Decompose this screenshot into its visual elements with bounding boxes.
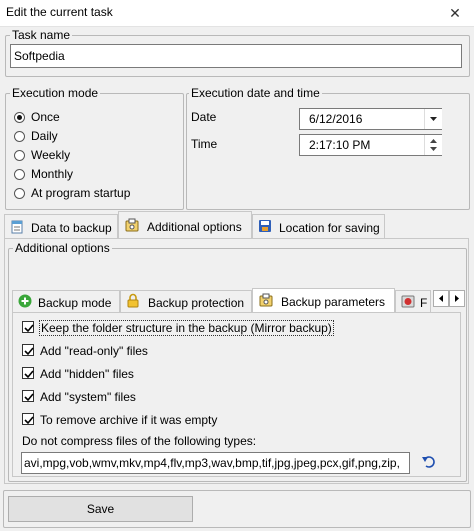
compress-types-label: Do not compress files of the following t… bbox=[22, 434, 257, 448]
undo-icon[interactable] bbox=[421, 454, 437, 470]
checkbox-system-label: Add "system" files bbox=[40, 390, 136, 404]
subtab-backup-parameters-label: Backup parameters bbox=[281, 295, 386, 309]
compress-types-input[interactable]: avi,mpg,vob,wmv,mkv,mp4,flv,mp3,wav,bmp,… bbox=[21, 452, 410, 474]
checkbox-hidden[interactable]: Add "hidden" files bbox=[21, 366, 221, 382]
radio-program-startup[interactable]: At program startup bbox=[14, 186, 174, 202]
subtab-truncated-label: F bbox=[420, 296, 428, 310]
subtab-backup-mode[interactable]: Backup mode bbox=[12, 290, 120, 312]
radio-program-startup-button[interactable] bbox=[14, 188, 25, 199]
execution-mode-label: Execution mode bbox=[10, 86, 101, 100]
subtab-scroll-left[interactable] bbox=[433, 290, 449, 307]
execution-datetime-label: Execution date and time bbox=[189, 86, 322, 100]
radio-once-label: Once bbox=[31, 110, 60, 124]
document-icon bbox=[11, 220, 23, 234]
tab-additional-options-label: Additional options bbox=[147, 220, 242, 234]
checkbox-read-only[interactable]: Add "read-only" files bbox=[21, 343, 221, 359]
time-spinner[interactable] bbox=[424, 135, 442, 155]
compress-types-value: avi,mpg,vob,wmv,mkv,mp4,flv,mp3,wav,bmp,… bbox=[24, 456, 400, 470]
chevron-down-icon[interactable] bbox=[424, 109, 442, 129]
tab-data-to-backup[interactable]: Data to backup bbox=[4, 214, 118, 238]
radio-weekly[interactable]: Weekly bbox=[14, 148, 164, 164]
radio-daily-button[interactable] bbox=[14, 131, 25, 142]
lock-icon bbox=[127, 293, 139, 308]
checkbox-mirror-backup-label: Keep the folder structure in the backup … bbox=[39, 320, 334, 336]
date-value: 6/12/2016 bbox=[309, 112, 363, 126]
subtab-backup-protection[interactable]: Backup protection bbox=[120, 290, 252, 312]
date-picker[interactable]: 6/12/2016 bbox=[299, 108, 442, 130]
checkbox-mirror-backup[interactable]: Keep the folder structure in the backup … bbox=[21, 320, 341, 336]
checkbox-mirror-backup-box[interactable] bbox=[22, 321, 34, 333]
options-icon bbox=[125, 218, 139, 232]
red-icon bbox=[401, 294, 415, 308]
time-value: 2:17:10 PM bbox=[309, 138, 371, 152]
subtab-backup-protection-label: Backup protection bbox=[148, 296, 245, 310]
radio-monthly-label: Monthly bbox=[31, 167, 74, 181]
checkbox-read-only-box[interactable] bbox=[22, 344, 34, 356]
window-title: Edit the current task bbox=[6, 5, 113, 19]
additional-options-label: Additional options bbox=[13, 241, 112, 255]
checkbox-hidden-box[interactable] bbox=[22, 367, 34, 379]
close-icon[interactable]: ✕ bbox=[436, 0, 474, 26]
time-label: Time bbox=[191, 137, 218, 151]
subtab-scroll-right[interactable] bbox=[449, 290, 465, 307]
date-label: Date bbox=[191, 110, 217, 124]
subtab-backup-parameters[interactable]: Backup parameters bbox=[252, 288, 395, 313]
chevron-left-icon bbox=[439, 295, 443, 302]
time-picker[interactable]: 2:17:10 PM bbox=[299, 134, 442, 156]
subtab-truncated[interactable]: F bbox=[395, 290, 431, 312]
task-name-value: Softpedia bbox=[14, 49, 65, 63]
radio-weekly-label: Weekly bbox=[31, 148, 71, 162]
tab-additional-options[interactable]: Additional options bbox=[118, 211, 252, 239]
chevron-right-icon bbox=[455, 295, 459, 302]
parameters-icon bbox=[259, 293, 273, 307]
radio-monthly-button[interactable] bbox=[14, 169, 25, 180]
radio-daily-label: Daily bbox=[31, 129, 58, 143]
radio-daily[interactable]: Daily bbox=[14, 129, 164, 145]
green-plus-icon bbox=[18, 294, 32, 308]
save-button[interactable]: Save bbox=[8, 496, 193, 522]
checkbox-remove-empty-archive[interactable]: To remove archive if it was empty bbox=[21, 412, 261, 428]
checkbox-hidden-label: Add "hidden" files bbox=[40, 367, 134, 381]
tab-location-for-saving[interactable]: Location for saving bbox=[252, 214, 385, 238]
radio-program-startup-label: At program startup bbox=[31, 186, 131, 200]
tab-data-to-backup-label: Data to backup bbox=[31, 221, 112, 235]
task-name-input[interactable]: Softpedia bbox=[10, 44, 462, 68]
save-button-label: Save bbox=[86, 502, 115, 516]
radio-weekly-button[interactable] bbox=[14, 150, 25, 161]
checkbox-system-box[interactable] bbox=[22, 390, 34, 402]
disk-icon bbox=[258, 219, 272, 233]
subtab-backup-mode-label: Backup mode bbox=[38, 296, 112, 310]
radio-once-button[interactable] bbox=[14, 112, 25, 123]
title-bar: Edit the current task ✕ bbox=[0, 0, 474, 27]
checkbox-system[interactable]: Add "system" files bbox=[21, 389, 221, 405]
task-name-label: Task name bbox=[10, 28, 73, 42]
radio-once[interactable]: Once bbox=[14, 110, 164, 126]
checkbox-remove-empty-archive-box[interactable] bbox=[22, 413, 34, 425]
tab-location-for-saving-label: Location for saving bbox=[279, 221, 380, 235]
checkbox-read-only-label: Add "read-only" files bbox=[40, 344, 148, 358]
checkbox-remove-empty-archive-label: To remove archive if it was empty bbox=[40, 413, 218, 427]
radio-monthly[interactable]: Monthly bbox=[14, 167, 164, 183]
